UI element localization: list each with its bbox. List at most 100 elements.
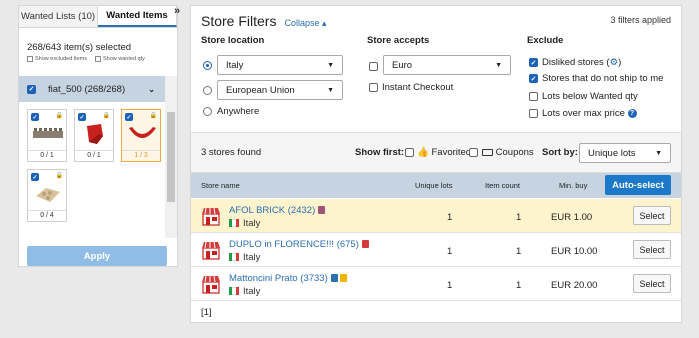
italy-flag-icon: [229, 287, 239, 295]
col-min-buy: Min. buy: [559, 181, 588, 190]
item-qty: 0 / 1: [75, 150, 113, 161]
show-excluded-option[interactable]: Show excluded items: [27, 56, 87, 62]
store-name: DUPLO in FLORENCE!!! (675): [229, 239, 359, 250]
region-select-value: European Union: [226, 84, 295, 96]
select-store-button[interactable]: Select: [633, 240, 671, 259]
wanted-list-group[interactable]: ✓ fiat_500 (268/268) ⌄: [19, 76, 165, 102]
radio-region[interactable]: [203, 86, 212, 95]
min-buy: EUR 10.00: [551, 246, 598, 257]
store-badges: [330, 274, 347, 283]
country-select-value: Italy: [226, 59, 244, 71]
below-wanted-qty-label: Lots below Wanted qty: [542, 91, 638, 102]
store-name-link[interactable]: Mattoncini Prato (3733): [229, 273, 347, 284]
collapse-filters-link[interactable]: Collapse ▴: [284, 18, 326, 29]
disliked-stores-label: Disliked stores: [542, 57, 604, 68]
store-badge-icon: [339, 274, 347, 283]
coupons-checkbox[interactable]: [469, 148, 478, 157]
item-count: 1: [516, 212, 522, 223]
exclude-heading: Exclude: [527, 35, 564, 46]
currency-select[interactable]: Euro ▼: [383, 55, 511, 75]
caret-down-icon: ▼: [327, 86, 334, 94]
store-country: Italy: [243, 286, 261, 297]
caret-down-icon: ▼: [655, 149, 662, 157]
apply-button[interactable]: Apply: [27, 246, 167, 266]
store-name-link[interactable]: AFOL BRICK (2432): [229, 205, 326, 216]
select-store-button[interactable]: Select: [633, 274, 671, 293]
show-wanted-qty-label: Show wanted qty: [102, 56, 145, 62]
help-icon[interactable]: ?: [627, 108, 637, 118]
sort-select[interactable]: Unique lots ▼: [579, 143, 671, 163]
item-qty: 0 / 4: [28, 210, 66, 221]
favorited-checkbox[interactable]: [405, 148, 414, 157]
item-card[interactable]: ✓ 🔒 0 / 1: [27, 109, 67, 162]
items-scrollbar[interactable]: [165, 76, 177, 238]
brick-image: [36, 188, 60, 202]
group-checkbox[interactable]: ✓: [27, 84, 36, 94]
no-ship-label: Stores that do not ship to me: [542, 73, 664, 84]
store-badges: [361, 240, 369, 249]
over-max-price-label: Lots over max price: [542, 108, 625, 119]
favorited-label: Favorited: [431, 147, 472, 158]
sort-by-label: Sort by:: [542, 147, 578, 158]
region-select[interactable]: European Union ▼: [217, 80, 343, 100]
col-store-name: Store name: [201, 181, 240, 190]
disliked-stores-checkbox[interactable]: ✓: [529, 58, 538, 67]
item-checkbox[interactable]: ✓: [31, 113, 39, 121]
caret-down-icon: ▼: [327, 61, 334, 69]
radio-country[interactable]: [203, 61, 212, 70]
item-card[interactable]: ✓ 🔒 1 / 3: [121, 109, 161, 162]
favorited-option: 👍 Favorited: [417, 147, 471, 158]
thumbs-up-icon: 👍: [417, 147, 429, 158]
gear-icon[interactable]: ⚙: [610, 57, 619, 68]
item-checkbox[interactable]: ✓: [78, 113, 86, 121]
item-qty: 1 / 3: [122, 150, 160, 161]
collapse-label: Collapse: [284, 18, 320, 28]
over-max-price-checkbox[interactable]: [529, 109, 538, 118]
filters-applied-count: 3 filters applied: [610, 15, 671, 25]
page-title: Store Filters: [201, 13, 277, 29]
coupons-label: Coupons: [495, 147, 534, 158]
lock-icon: 🔒: [55, 173, 63, 179]
unique-lots: 1: [447, 212, 453, 223]
table-row: DUPLO in FLORENCE!!! (675) Italy 1 1 EUR…: [191, 233, 681, 267]
over-max-price-option: Lots over max price ?: [542, 108, 637, 119]
tab-wanted-lists[interactable]: Wanted Lists (10): [19, 6, 98, 27]
item-checkbox[interactable]: ✓: [125, 113, 133, 121]
show-excluded-checkbox[interactable]: [27, 56, 33, 62]
item-checkbox[interactable]: ✓: [31, 173, 39, 181]
col-item-count: Item count: [485, 181, 521, 190]
store-icon: [202, 241, 220, 260]
collapse-sidebar-icon[interactable]: »: [174, 5, 180, 17]
country-select[interactable]: Italy ▼: [217, 55, 343, 75]
scrollbar-thumb[interactable]: [167, 112, 175, 202]
table-header: Store name Unique lots Item count Min. b…: [191, 173, 681, 198]
item-card[interactable]: ✓ 🔒 0 / 4: [27, 169, 67, 222]
group-label: fiat_500 (268/268): [48, 83, 126, 95]
pagination[interactable]: [1]: [201, 307, 212, 318]
instant-checkout-checkbox[interactable]: [369, 83, 378, 92]
select-store-button[interactable]: Select: [633, 206, 671, 225]
chevron-down-icon[interactable]: ⌄: [148, 85, 155, 94]
store-badge-icon: [318, 206, 326, 215]
filters-header: Store Filters Collapse ▴: [201, 13, 327, 29]
currency-checkbox[interactable]: [369, 62, 378, 71]
show-first-label: Show first:: [355, 147, 405, 158]
auto-select-button[interactable]: Auto-select: [605, 175, 671, 195]
below-wanted-qty-checkbox[interactable]: [529, 92, 538, 101]
item-card[interactable]: ✓ 🔒 0 / 1: [74, 109, 114, 162]
tab-wanted-items[interactable]: Wanted Items: [98, 6, 177, 27]
currency-select-value: Euro: [392, 59, 413, 71]
store-accepts-heading: Store accepts: [367, 35, 430, 46]
store-badge-icon: [330, 274, 338, 283]
store-icon: [202, 275, 220, 294]
no-ship-checkbox[interactable]: ✓: [529, 74, 538, 83]
radio-anywhere[interactable]: [203, 107, 212, 116]
show-wanted-qty-option[interactable]: Show wanted qty: [94, 56, 145, 62]
lock-icon: 🔒: [149, 113, 157, 119]
store-country: Italy: [243, 218, 261, 229]
store-name-link[interactable]: DUPLO in FLORENCE!!! (675): [229, 239, 369, 250]
show-wanted-qty-checkbox[interactable]: [94, 56, 101, 62]
store-filters-panel: Store Filters Collapse ▴ 3 filters appli…: [190, 5, 682, 323]
store-badges: [318, 206, 326, 215]
results-toolbar: 3 stores found Show first: 👍 Favorited C…: [191, 133, 681, 173]
